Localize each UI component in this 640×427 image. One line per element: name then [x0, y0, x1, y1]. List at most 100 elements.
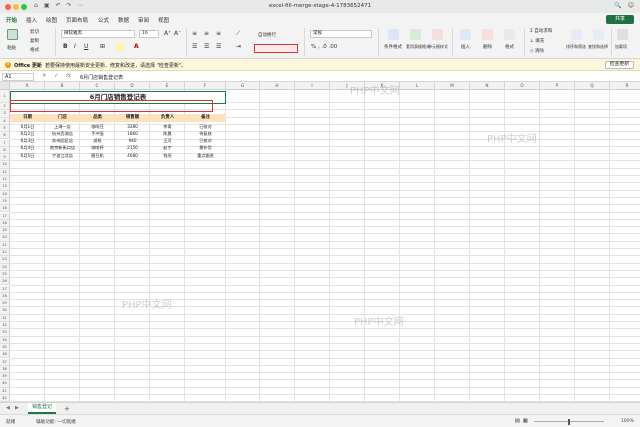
format-label[interactable]: 格式 — [505, 44, 514, 50]
delete-label[interactable]: 删除 — [483, 44, 492, 50]
table-cell[interactable]: 陈晨 — [150, 130, 185, 137]
row-header[interactable]: 34 — [0, 336, 10, 344]
row-header[interactable]: 27 — [0, 285, 10, 293]
row-header[interactable]: 3 — [0, 110, 10, 118]
table-cell[interactable]: 需补货 — [185, 144, 226, 151]
column-header[interactable]: N — [470, 82, 505, 90]
table-cell[interactable]: 咖啡豆 — [80, 123, 115, 130]
table-cell[interactable]: 6月2日 — [10, 130, 45, 137]
column-header[interactable]: D — [115, 82, 150, 90]
conditional-format-icon[interactable] — [388, 29, 399, 40]
zoom-slider-thumb[interactable] — [568, 418, 570, 425]
table-cell[interactable]: 手冲壶 — [80, 130, 115, 137]
row-header[interactable]: 20 — [0, 234, 10, 242]
sort-filter-icon[interactable] — [571, 29, 582, 40]
fill-color-icon[interactable] — [116, 43, 124, 51]
tab-draw[interactable]: 绘图 — [46, 16, 57, 24]
more-icon[interactable]: ⋯ — [78, 2, 84, 9]
row-header[interactable]: 33 — [0, 329, 10, 337]
row-header[interactable]: 25 — [0, 270, 10, 279]
align-middle-icon[interactable]: ≡ — [204, 30, 209, 37]
table-cell[interactable]: 3280 — [115, 123, 150, 130]
row-header[interactable]: 23 — [0, 256, 10, 264]
table-cell[interactable]: 杭州西湖店 — [45, 130, 80, 137]
column-header[interactable]: I — [295, 82, 330, 90]
table-cell[interactable]: 4680 — [115, 152, 150, 159]
delete-cells-icon[interactable] — [482, 29, 493, 40]
row-header[interactable]: 11 — [0, 168, 10, 176]
font-color-icon[interactable]: A — [134, 43, 139, 50]
row-header[interactable]: 30 — [0, 307, 10, 315]
zoom-window-button[interactable] — [21, 3, 27, 10]
table-cell[interactable]: 6月3日 — [10, 137, 45, 144]
cell-style-label[interactable]: 单元格样式 — [428, 44, 448, 50]
column-header[interactable]: P — [540, 82, 575, 90]
row-header[interactable]: 12 — [0, 176, 10, 184]
table-cell[interactable]: 已核对 — [185, 137, 226, 144]
conditional-format-label[interactable]: 条件格式 — [384, 44, 402, 50]
row-header[interactable]: 32 — [0, 322, 10, 330]
column-header[interactable]: B — [45, 82, 80, 90]
table-header-cell[interactable]: 负责人 — [150, 114, 185, 122]
row-header[interactable]: 26 — [0, 278, 10, 286]
row-header[interactable]: 36 — [0, 351, 10, 359]
row-header[interactable]: 14 — [0, 190, 10, 198]
table-cell[interactable]: 苏州园区店 — [45, 137, 80, 144]
row-header[interactable]: 16 — [0, 205, 10, 213]
table-cell[interactable]: 上海一店 — [45, 123, 80, 130]
table-format-icon[interactable] — [410, 29, 421, 40]
feedback-icon[interactable]: ☺ — [628, 2, 634, 9]
row-header[interactable]: 13 — [0, 183, 10, 191]
row-header[interactable]: 4 — [0, 117, 10, 125]
row-header[interactable]: 37 — [0, 358, 10, 366]
row-header[interactable]: 2 — [0, 103, 10, 111]
paste-label[interactable]: 粘贴 — [7, 45, 16, 51]
font-size-select[interactable]: 16 — [139, 30, 159, 38]
table-cell[interactable]: 钱亮 — [150, 152, 185, 159]
font-name-select[interactable]: 微软雅黑 — [61, 30, 135, 38]
normal-view-icon[interactable]: ▦ — [523, 418, 528, 424]
column-header[interactable]: O — [505, 82, 540, 90]
align-bottom-icon[interactable]: ≡ — [216, 30, 221, 37]
insert-cells-icon[interactable] — [460, 29, 471, 40]
column-header[interactable]: G — [226, 82, 260, 90]
table-cell[interactable]: 王可 — [150, 137, 185, 144]
table-cell[interactable]: 赵宁 — [150, 144, 185, 151]
row-header[interactable]: 5 — [0, 124, 10, 133]
home-icon[interactable]: ⌂ — [34, 2, 38, 9]
row-header[interactable]: 29 — [0, 300, 10, 308]
row-header[interactable]: 18 — [0, 219, 10, 228]
tab-review[interactable]: 审阅 — [138, 16, 149, 24]
bold-icon[interactable]: B — [63, 43, 68, 50]
row-header[interactable]: 10 — [0, 161, 10, 169]
table-header-cell[interactable]: 门店 — [45, 114, 80, 122]
formula-input[interactable]: 6月门店销售登记表 — [80, 74, 123, 81]
row-header[interactable]: 35 — [0, 343, 10, 352]
sheet-tab-sales[interactable]: 销售登记 — [28, 403, 56, 414]
borders-icon[interactable]: ⊞ — [100, 43, 105, 50]
format-cells-icon[interactable] — [504, 29, 515, 40]
row-header[interactable]: 9 — [0, 154, 10, 162]
column-header[interactable]: M — [435, 82, 470, 90]
row-header[interactable]: 28 — [0, 292, 10, 301]
orientation-icon[interactable]: ⟋ — [236, 30, 240, 38]
align-center-icon[interactable]: ☰ — [204, 43, 209, 50]
table-cell[interactable]: 磨豆机 — [80, 152, 115, 159]
tab-formulas[interactable]: 公式 — [98, 16, 109, 24]
row-header[interactable]: 8 — [0, 146, 10, 155]
row-header[interactable]: 42 — [0, 395, 10, 402]
tab-home[interactable]: 开始 — [6, 16, 18, 27]
number-format-select[interactable]: 常规 — [310, 30, 372, 38]
table-cell[interactable]: 940 — [115, 137, 150, 144]
minimize-window-button[interactable] — [13, 3, 19, 10]
row-header[interactable]: 1 — [0, 90, 10, 103]
sort-filter-label[interactable]: 排序和筛选 — [566, 44, 586, 50]
table-header-cell[interactable]: 销售额 — [115, 114, 150, 122]
addins-label[interactable]: 加载项 — [615, 44, 627, 50]
table-header-cell[interactable]: 品类 — [80, 114, 115, 122]
insert-label[interactable]: 插入 — [461, 44, 470, 50]
column-header[interactable]: Q — [575, 82, 610, 90]
row-header[interactable]: 41 — [0, 387, 10, 395]
table-cell[interactable]: 南京新街口店 — [45, 144, 80, 151]
addins-icon[interactable] — [617, 29, 628, 40]
